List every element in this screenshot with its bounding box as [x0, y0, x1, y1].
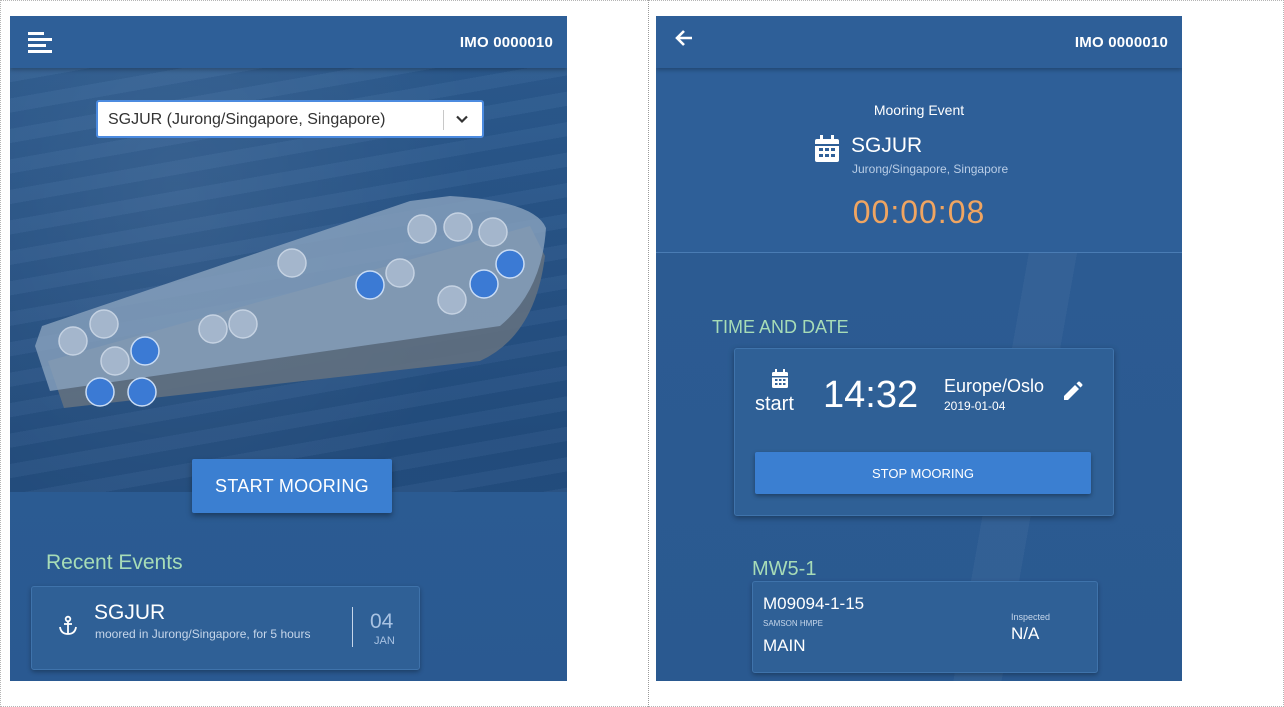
mooring-event-screen: IMO 0000010 Mooring Event SGJUR Jurong/S… [656, 16, 1182, 681]
bollard-b6[interactable] [127, 377, 157, 407]
chevron-down-icon[interactable] [454, 111, 470, 127]
start-label: start [755, 393, 794, 415]
mooring-event-header: Mooring Event SGJUR Jurong/Singapore, Si… [656, 68, 1182, 253]
mooring-timer: 00:00:08 [852, 194, 986, 230]
bollard-b3[interactable] [100, 346, 130, 376]
inspected-value: N/A [1011, 624, 1040, 643]
screen-divider [648, 0, 649, 707]
pencil-icon[interactable] [1061, 381, 1083, 403]
port-select[interactable]: SGJUR (Jurong/Singapore, Singapore) [96, 100, 484, 138]
bollard-b4[interactable] [130, 336, 160, 366]
inspected-label: Inspected [1011, 612, 1051, 622]
arrow-left-icon[interactable] [674, 28, 694, 53]
mooring-location: Jurong/Singapore, Singapore [852, 162, 1009, 176]
bollard-b2[interactable] [89, 309, 119, 339]
bollard-b5[interactable] [85, 377, 115, 407]
start-time: 14:32 [823, 374, 919, 416]
recent-events-title: Recent Events [46, 551, 183, 574]
select-separator [443, 110, 444, 130]
mooring-event-title: Mooring Event [873, 102, 965, 118]
home-screen: IMO 0000010 SGJUR (Jurong/Singapore, Sin… [10, 16, 567, 681]
mooring-port: SGJUR [851, 134, 923, 157]
event-description: moored in Jurong/Singapore, for 5 hours [95, 627, 311, 641]
port-select-value: SGJUR (Jurong/Singapore, Singapore) [108, 111, 386, 128]
ship-diagram [35, 196, 546, 408]
bollard-b14[interactable] [495, 249, 525, 279]
start-mooring-button[interactable]: START MOORING [192, 459, 392, 513]
time-card: start 14:32 Europe/Oslo 2019-01-04 STOP … [734, 348, 1114, 516]
calendar-icon [772, 369, 788, 388]
time-and-date-title: TIME AND DATE [712, 317, 849, 337]
app-bar: IMO 0000010 [656, 16, 1182, 68]
timezone: Europe/Oslo [944, 376, 1045, 396]
recent-event-card[interactable]: SGJUR moored in Jurong/Singapore, for 5 … [31, 586, 420, 670]
bollard-b7[interactable] [198, 314, 228, 344]
event-day: 04 [370, 610, 394, 633]
event-date-separator [352, 607, 353, 647]
event-port: SGJUR [94, 601, 166, 624]
bollard-b1[interactable] [58, 326, 88, 356]
line-maker: SAMSON HMPE [763, 619, 824, 628]
bollard-b12[interactable] [437, 285, 467, 315]
menu-icon[interactable] [28, 30, 52, 54]
line-type: MAIN [763, 636, 806, 655]
line-group-title: MW5-1 [752, 558, 817, 580]
event-month: JAN [374, 635, 395, 647]
bollard-b8[interactable] [228, 309, 258, 339]
bollard-b15[interactable] [407, 214, 437, 244]
bollard-b16[interactable] [443, 212, 473, 242]
line-id: M09094-1-15 [763, 594, 865, 613]
bollard-b11[interactable] [385, 258, 415, 288]
imo-number: IMO 0000010 [1074, 34, 1168, 51]
anchor-icon [59, 615, 77, 635]
app-bar: IMO 0000010 [10, 16, 567, 68]
line-card[interactable]: M09094-1-15 SAMSON HMPE MAIN Inspected N… [752, 581, 1098, 673]
bollard-b9[interactable] [277, 248, 307, 278]
imo-number: IMO 0000010 [459, 34, 553, 51]
bollard-b13[interactable] [469, 269, 499, 299]
calendar-icon [815, 135, 839, 162]
bollard-b17[interactable] [478, 217, 508, 247]
start-date: 2019-01-04 [944, 399, 1006, 413]
stop-mooring-button[interactable]: STOP MOORING [755, 452, 1091, 494]
bollard-b10[interactable] [355, 270, 385, 300]
